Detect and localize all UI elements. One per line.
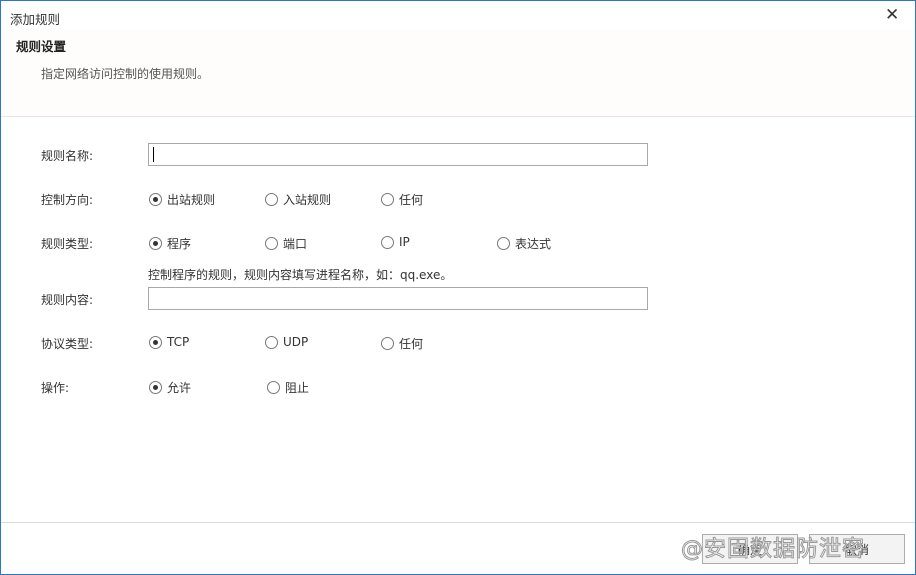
content-hint: 控制程序的规则，规则内容填写进程名称，如：qq.exe。: [148, 268, 453, 282]
radio-ip[interactable]: IP: [381, 235, 410, 249]
radio-label: 允许: [167, 381, 192, 395]
protocol-label: 协议类型:: [41, 337, 94, 351]
radio-label: 出站规则: [167, 193, 216, 207]
radio-program[interactable]: 程序: [149, 235, 191, 252]
radio-any-protocol[interactable]: 任何: [381, 335, 423, 352]
radio-any-direction[interactable]: 任何: [381, 191, 423, 208]
action-label: 操作:: [41, 381, 70, 395]
content-label: 规则内容:: [41, 293, 94, 307]
section-description: 指定网络访问控制的使用规则。: [41, 67, 210, 81]
radio-label: 表达式: [515, 237, 552, 251]
radio-label: 任何: [399, 337, 424, 351]
radio-expression[interactable]: 表达式: [497, 235, 551, 252]
radio-port[interactable]: 端口: [265, 235, 307, 252]
radio-tcp[interactable]: TCP: [149, 335, 189, 349]
radio-label: IP: [399, 235, 410, 249]
rule-content-input[interactable]: [148, 287, 648, 310]
direction-label: 控制方向:: [41, 193, 94, 207]
radio-label: 任何: [399, 193, 424, 207]
section-title: 规则设置: [16, 39, 67, 54]
radio-allow[interactable]: 允许: [149, 379, 191, 396]
radio-label: UDP: [283, 335, 309, 349]
radio-label: 端口: [283, 237, 308, 251]
watermark: @安固数据防泄密: [680, 537, 866, 563]
radio-label: 阻止: [285, 381, 310, 395]
radio-block[interactable]: 阻止: [267, 379, 309, 396]
close-icon[interactable]: ✕: [885, 5, 899, 25]
radio-label: TCP: [167, 335, 190, 349]
type-label: 规则类型:: [41, 237, 94, 251]
rule-name-label: 规则名称:: [41, 149, 94, 163]
radio-label: 入站规则: [283, 193, 332, 207]
dialog-title: 添加规则: [10, 12, 61, 27]
dialog-header: 规则设置 指定网络访问控制的使用规则。: [1, 29, 915, 117]
rule-name-input[interactable]: [148, 143, 648, 166]
radio-outbound[interactable]: 出站规则: [149, 191, 215, 208]
dialog-window: 添加规则 ✕ 规则设置 指定网络访问控制的使用规则。 规则名称: 控制方向: 出…: [0, 0, 916, 575]
radio-udp[interactable]: UDP: [265, 335, 308, 349]
radio-inbound[interactable]: 入站规则: [265, 191, 331, 208]
radio-label: 程序: [167, 237, 192, 251]
